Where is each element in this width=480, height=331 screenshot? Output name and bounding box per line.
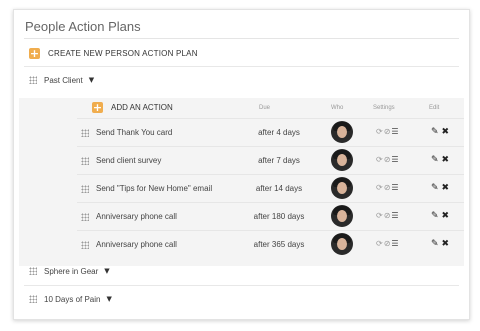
repeat-icon[interactable]: ⟳ <box>376 127 383 136</box>
caret-down-icon[interactable]: ▼ <box>89 76 94 84</box>
drag-handle-icon[interactable] <box>29 267 37 275</box>
delete-x-icon[interactable]: ✖ <box>442 155 450 165</box>
drag-handle-icon[interactable] <box>29 295 37 303</box>
divider <box>24 38 459 39</box>
column-header-who: Who <box>331 105 344 111</box>
repeat-icon[interactable]: ⟳ <box>376 239 383 248</box>
pencil-icon[interactable]: ✎ <box>431 127 439 137</box>
repeat-icon[interactable]: ⟳ <box>376 155 383 164</box>
group-sphere-in-gear[interactable]: Sphere in Gear ▼ <box>29 263 110 279</box>
group-past-client[interactable]: Past Client ▼ <box>29 72 94 88</box>
delete-x-icon[interactable]: ✖ <box>442 211 450 221</box>
group-label: 10 Days of Pain <box>44 294 101 304</box>
pencil-icon[interactable]: ✎ <box>431 211 439 221</box>
column-header-due: Due <box>259 105 271 111</box>
action-settings: ⟳ ⊘ ☰ <box>376 155 399 164</box>
panel-title: People Action Plans <box>25 19 141 34</box>
create-plan-button[interactable]: + CREATE NEW PERSON ACTION PLAN <box>29 45 198 61</box>
avatar[interactable] <box>331 121 353 143</box>
hidden-eye-icon[interactable]: ⊘ <box>384 239 391 248</box>
actions-table: + ADD AN ACTION Due Who Settings Edit Se… <box>19 98 464 266</box>
action-row: Send client survey after 7 days ⟳ ⊘ ☰ ✎ ✖ <box>77 146 464 175</box>
drag-handle-icon[interactable] <box>81 129 89 137</box>
action-row: Anniversary phone call after 180 days ⟳ ⊘… <box>77 202 464 231</box>
group-10-days-of-pain[interactable]: 10 Days of Pain ▼ <box>29 291 112 307</box>
drag-handle-icon[interactable] <box>81 157 89 165</box>
add-action-button[interactable]: + ADD AN ACTION <box>92 102 173 113</box>
action-edit: ✎ ✖ <box>431 127 449 137</box>
action-name: Anniversary phone call <box>96 212 177 221</box>
delete-x-icon[interactable]: ✖ <box>442 183 450 193</box>
add-action-label: ADD AN ACTION <box>111 103 173 112</box>
avatar[interactable] <box>331 205 353 227</box>
action-settings: ⟳ ⊘ ☰ <box>376 127 399 136</box>
action-edit: ✎ ✖ <box>431 183 449 193</box>
hidden-eye-icon[interactable]: ⊘ <box>384 127 391 136</box>
action-due: after 7 days <box>258 156 300 165</box>
action-settings: ⟳ ⊘ ☰ <box>376 183 399 192</box>
actions-header: + ADD AN ACTION Due Who Settings Edit <box>19 98 464 117</box>
action-edit: ✎ ✖ <box>431 239 449 249</box>
list-icon[interactable]: ☰ <box>391 239 398 248</box>
column-header-settings: Settings <box>373 105 395 111</box>
repeat-icon[interactable]: ⟳ <box>376 211 383 220</box>
pencil-icon[interactable]: ✎ <box>431 183 439 193</box>
list-icon[interactable]: ☰ <box>391 127 398 136</box>
repeat-icon[interactable]: ⟳ <box>376 183 383 192</box>
plus-icon: + <box>29 46 40 60</box>
column-header-edit: Edit <box>429 105 440 111</box>
avatar[interactable] <box>331 233 353 255</box>
people-action-plans-panel: People Action Plans + CREATE NEW PERSON … <box>13 9 470 320</box>
action-due: after 365 days <box>253 240 305 249</box>
drag-handle-icon[interactable] <box>81 241 89 249</box>
pencil-icon[interactable]: ✎ <box>431 155 439 165</box>
action-name: Send Thank You card <box>96 128 173 137</box>
avatar[interactable] <box>331 149 353 171</box>
action-settings: ⟳ ⊘ ☰ <box>376 239 399 248</box>
action-edit: ✎ ✖ <box>431 155 449 165</box>
action-row: Send "Tips for New Home" email after 14 … <box>77 174 464 203</box>
plus-icon: + <box>92 101 103 114</box>
list-icon[interactable]: ☰ <box>391 155 398 164</box>
action-due: after 180 days <box>253 212 305 221</box>
action-row: Send Thank You card after 4 days ⟳ ⊘ ☰ ✎ ✖ <box>77 118 464 147</box>
action-edit: ✎ ✖ <box>431 211 449 221</box>
pencil-icon[interactable]: ✎ <box>431 239 439 249</box>
list-icon[interactable]: ☰ <box>391 183 398 192</box>
action-due: after 4 days <box>258 128 300 137</box>
action-settings: ⟳ ⊘ ☰ <box>376 211 399 220</box>
drag-handle-icon[interactable] <box>81 185 89 193</box>
drag-handle-icon[interactable] <box>81 213 89 221</box>
drag-handle-icon[interactable] <box>29 76 37 84</box>
hidden-eye-icon[interactable]: ⊘ <box>384 183 391 192</box>
action-due: after 14 days <box>255 184 303 193</box>
hidden-eye-icon[interactable]: ⊘ <box>384 211 391 220</box>
divider <box>24 285 459 286</box>
group-label: Past Client <box>44 75 83 85</box>
action-row: Anniversary phone call after 365 days ⟳ ⊘… <box>77 230 464 259</box>
action-name: Send client survey <box>96 156 162 165</box>
hidden-eye-icon[interactable]: ⊘ <box>384 155 391 164</box>
caret-down-icon[interactable]: ▼ <box>106 295 111 303</box>
delete-x-icon[interactable]: ✖ <box>442 127 450 137</box>
group-label: Sphere in Gear <box>44 266 99 276</box>
action-name: Send "Tips for New Home" email <box>96 184 213 193</box>
action-name: Anniversary phone call <box>96 240 177 249</box>
caret-down-icon[interactable]: ▼ <box>104 267 109 275</box>
list-icon[interactable]: ☰ <box>391 211 398 220</box>
avatar[interactable] <box>331 177 353 199</box>
create-plan-label: CREATE NEW PERSON ACTION PLAN <box>48 48 198 58</box>
divider <box>24 66 459 67</box>
delete-x-icon[interactable]: ✖ <box>442 239 450 249</box>
